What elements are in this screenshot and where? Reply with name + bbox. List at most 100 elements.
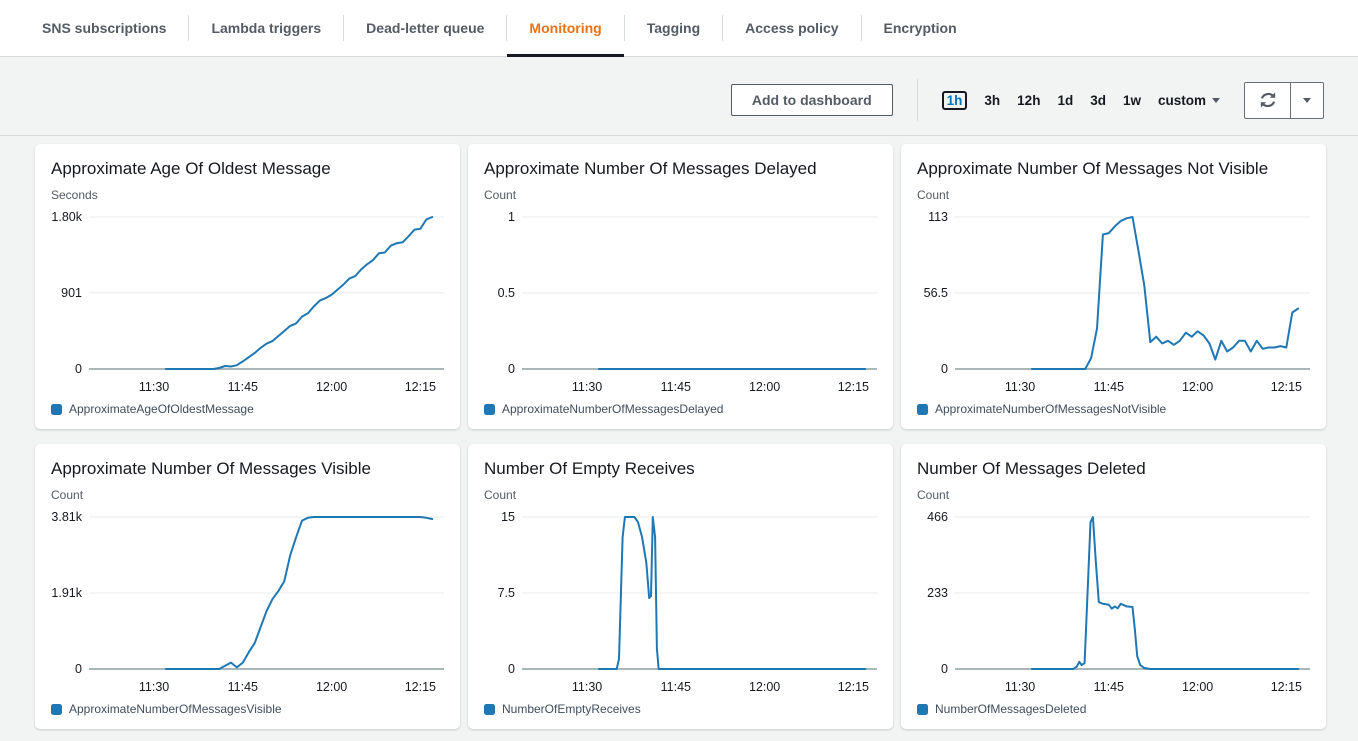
time-range-1w[interactable]: 1w — [1123, 93, 1141, 108]
svg-text:12:00: 12:00 — [749, 380, 780, 394]
chart-legend[interactable]: ApproximateNumberOfMessagesDelayed — [484, 402, 877, 416]
svg-text:1.91k: 1.91k — [51, 586, 82, 600]
svg-text:12:00: 12:00 — [1182, 380, 1213, 394]
svg-text:12:00: 12:00 — [316, 680, 347, 694]
svg-text:56.5: 56.5 — [924, 286, 948, 300]
chart-card-messages-not-visible: Approximate Number Of Messages Not Visib… — [901, 144, 1326, 429]
time-range-1h[interactable]: 1h — [942, 91, 968, 110]
legend-label: NumberOfMessagesDeleted — [935, 702, 1086, 716]
y-axis-unit-label: Seconds — [51, 188, 444, 202]
legend-color-swatch — [917, 404, 928, 415]
refresh-options-button[interactable] — [1291, 82, 1324, 119]
svg-text:0: 0 — [75, 362, 82, 376]
chart-title: Number Of Messages Deleted — [917, 457, 1310, 481]
time-range-3d[interactable]: 3d — [1090, 93, 1106, 108]
time-range-12h[interactable]: 12h — [1017, 93, 1040, 108]
svg-text:11:45: 11:45 — [1094, 680, 1124, 694]
chart-legend[interactable]: ApproximateNumberOfMessagesNotVisible — [917, 402, 1310, 416]
tab-access-policy[interactable]: Access policy — [723, 0, 860, 56]
chart-title: Approximate Number Of Messages Visible — [51, 457, 444, 481]
svg-text:12:15: 12:15 — [838, 380, 869, 394]
refresh-button-group — [1244, 82, 1324, 119]
tab-encryption[interactable]: Encryption — [862, 0, 979, 56]
legend-color-swatch — [484, 404, 495, 415]
chart-title: Approximate Number Of Messages Not Visib… — [917, 157, 1310, 181]
y-axis-unit-label: Count — [484, 188, 877, 202]
refresh-button[interactable] — [1244, 82, 1291, 119]
chart-legend[interactable]: ApproximateNumberOfMessagesVisible — [51, 702, 444, 716]
svg-text:0: 0 — [75, 662, 82, 676]
legend-label: ApproximateNumberOfMessagesNotVisible — [935, 402, 1166, 416]
tab-sns-subscriptions[interactable]: SNS subscriptions — [20, 0, 188, 56]
y-axis-unit-label: Count — [917, 488, 1310, 502]
svg-text:11:45: 11:45 — [228, 380, 258, 394]
y-axis-unit-label: Count — [51, 488, 444, 502]
time-range-1d[interactable]: 1d — [1057, 93, 1073, 108]
line-chart[interactable]: 11356.5011:3011:4512:0012:15 — [917, 207, 1310, 399]
legend-color-swatch — [484, 704, 495, 715]
svg-text:11:30: 11:30 — [1005, 380, 1035, 394]
time-range-3h[interactable]: 3h — [984, 93, 1000, 108]
time-range-custom[interactable]: custom — [1158, 93, 1220, 108]
svg-text:12:15: 12:15 — [405, 380, 436, 394]
svg-text:11:30: 11:30 — [139, 680, 169, 694]
svg-text:12:00: 12:00 — [316, 380, 347, 394]
svg-text:7.5: 7.5 — [498, 586, 515, 600]
legend-label: ApproximateAgeOfOldestMessage — [69, 402, 254, 416]
svg-text:11:45: 11:45 — [228, 680, 258, 694]
svg-text:11:45: 11:45 — [1094, 380, 1124, 394]
legend-label: ApproximateNumberOfMessagesDelayed — [502, 402, 723, 416]
legend-label: ApproximateNumberOfMessagesVisible — [69, 702, 282, 716]
line-chart[interactable]: 1.80k 901 0 11:30 11:45 12:00 12:15 — [51, 207, 444, 399]
add-to-dashboard-button[interactable]: Add to dashboard — [731, 84, 893, 116]
chart-card-age-of-oldest-message: Approximate Age Of Oldest Message Second… — [35, 144, 460, 429]
time-range-selector: 1h 3h 12h 1d 3d 1w custom — [942, 91, 1220, 110]
svg-text:12:15: 12:15 — [1271, 680, 1302, 694]
line-chart[interactable]: 15 7.5 0 11:30 11:45 12:00 12:15 — [484, 507, 877, 699]
tab-dead-letter-queue[interactable]: Dead-letter queue — [344, 0, 506, 56]
svg-text:11:45: 11:45 — [661, 680, 691, 694]
chart-title: Number Of Empty Receives — [484, 457, 877, 481]
chart-legend[interactable]: NumberOfEmptyReceives — [484, 702, 877, 716]
svg-text:15: 15 — [501, 510, 515, 524]
chart-legend[interactable]: NumberOfMessagesDeleted — [917, 702, 1310, 716]
chart-card-messages-visible: Approximate Number Of Messages Visible C… — [35, 444, 460, 729]
y-axis-unit-label: Count — [917, 188, 1310, 202]
svg-text:0: 0 — [508, 362, 515, 376]
tab-tagging[interactable]: Tagging — [625, 0, 722, 56]
svg-text:466: 466 — [927, 510, 948, 524]
chart-legend[interactable]: ApproximateAgeOfOldestMessage — [51, 402, 444, 416]
svg-text:901: 901 — [61, 286, 82, 300]
svg-text:0: 0 — [941, 362, 948, 376]
chart-card-messages-deleted: Number Of Messages Deleted Count 466 233 0… — [901, 444, 1326, 729]
svg-text:11:30: 11:30 — [1005, 680, 1035, 694]
chart-card-messages-delayed: Approximate Number Of Messages Delayed C… — [468, 144, 893, 429]
y-axis-unit-label: Count — [484, 488, 877, 502]
monitoring-toolbar: Add to dashboard 1h 3h 12h 1d 3d 1w cust… — [0, 57, 1358, 136]
tab-monitoring[interactable]: Monitoring — [507, 0, 623, 56]
line-chart[interactable]: 466 233 0 11:30 11:45 12:00 12:15 — [917, 507, 1310, 699]
metrics-grid: Approximate Age Of Oldest Message Second… — [0, 136, 1358, 741]
legend-label: NumberOfEmptyReceives — [502, 702, 641, 716]
svg-text:11:30: 11:30 — [572, 380, 602, 394]
chart-card-empty-receives: Number Of Empty Receives Count 15 7.5 0 11:… — [468, 444, 893, 729]
svg-text:11:30: 11:30 — [572, 680, 602, 694]
line-chart[interactable]: 3.81k1.91k011:3011:4512:0012:15 — [51, 507, 444, 699]
svg-text:233: 233 — [927, 586, 948, 600]
svg-text:12:00: 12:00 — [749, 680, 780, 694]
svg-text:0: 0 — [941, 662, 948, 676]
svg-text:11:30: 11:30 — [139, 380, 169, 394]
tab-lambda-triggers[interactable]: Lambda triggers — [189, 0, 343, 56]
svg-text:1: 1 — [508, 210, 515, 224]
svg-text:12:15: 12:15 — [405, 680, 436, 694]
legend-color-swatch — [51, 404, 62, 415]
svg-text:0: 0 — [508, 662, 515, 676]
svg-text:1.80k: 1.80k — [51, 210, 82, 224]
svg-text:12:00: 12:00 — [1182, 680, 1213, 694]
line-chart[interactable]: 10.5011:3011:4512:0012:15 — [484, 207, 877, 399]
svg-text:12:15: 12:15 — [838, 680, 869, 694]
chevron-down-icon — [1212, 98, 1220, 103]
chart-title: Approximate Number Of Messages Delayed — [484, 157, 877, 181]
legend-color-swatch — [917, 704, 928, 715]
refresh-icon — [1259, 91, 1277, 109]
